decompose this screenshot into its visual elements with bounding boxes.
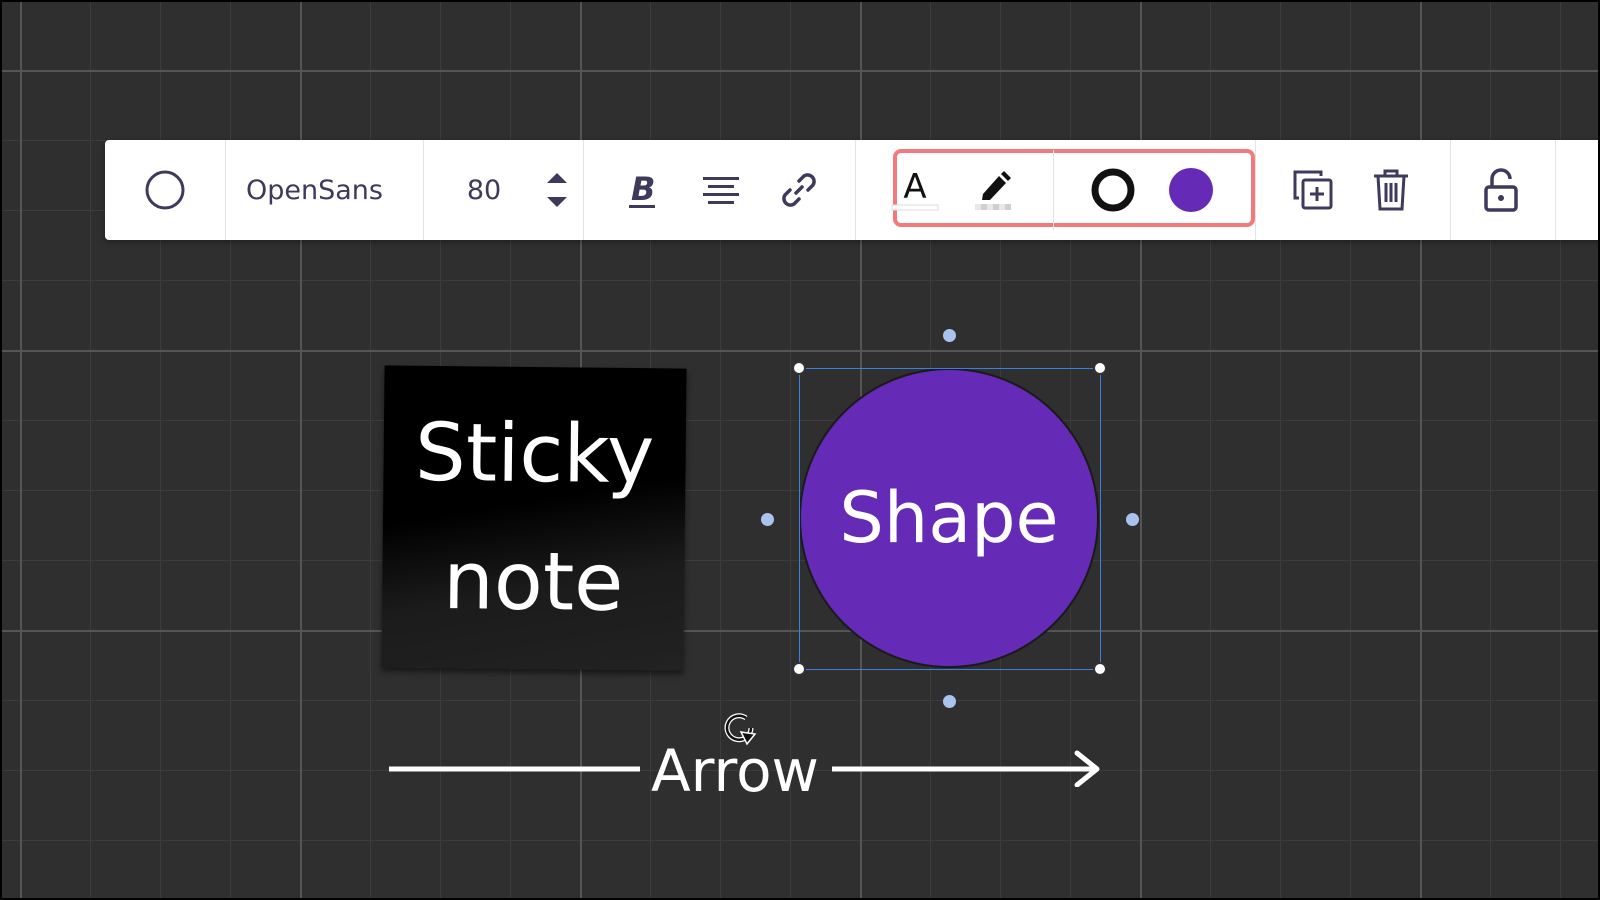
fill-color-icon: [1169, 168, 1213, 212]
lock-button[interactable]: [1473, 140, 1529, 240]
highlight-color-button[interactable]: [965, 140, 1021, 240]
duplicate-icon: [1293, 170, 1333, 210]
font-size-stepper[interactable]: [537, 140, 577, 240]
link-icon: [782, 173, 816, 207]
arrow-label: Arrow: [651, 737, 819, 805]
sticky-note[interactable]: Sticky note: [381, 365, 687, 671]
resize-handle-top-right[interactable]: [1093, 361, 1107, 375]
increase-size-icon[interactable]: [546, 172, 568, 184]
svg-text:A: A: [903, 168, 926, 207]
highlighter-icon: [975, 171, 1011, 210]
sticky-note-line2: note: [442, 534, 624, 629]
decrease-size-icon[interactable]: [546, 196, 568, 208]
resize-handle-top-left[interactable]: [792, 361, 806, 375]
font-size-value: 80: [466, 174, 502, 206]
circle-outline-icon: [145, 170, 184, 210]
fill-color-button[interactable]: [1163, 140, 1219, 240]
text-color-button[interactable]: A: [887, 140, 943, 240]
connector-handle-left[interactable]: [761, 513, 774, 526]
font-size-input[interactable]: 80: [424, 140, 544, 240]
resize-handle-bottom-left[interactable]: [792, 662, 806, 676]
duplicate-button[interactable]: [1285, 140, 1341, 240]
border-color-icon: [1091, 168, 1135, 212]
resize-handle-bottom-right[interactable]: [1093, 662, 1107, 676]
sticky-note-line1: Sticky: [414, 405, 655, 502]
connector-handle-right[interactable]: [1126, 513, 1139, 526]
unlock-icon: [1484, 168, 1518, 212]
link-button[interactable]: [771, 140, 827, 240]
connector-handle-bottom[interactable]: [943, 695, 956, 708]
delete-button[interactable]: [1363, 140, 1419, 240]
shape-type-button[interactable]: [105, 140, 224, 240]
context-toolbar: OpenSans 80 B A: [105, 140, 1598, 240]
text-color-icon: A: [891, 168, 939, 211]
align-center-icon: [703, 177, 739, 204]
align-button[interactable]: [693, 140, 749, 240]
font-family-select[interactable]: OpenSans: [226, 140, 422, 240]
selection-box: [799, 368, 1101, 670]
connector-handle-top[interactable]: [943, 329, 956, 342]
bold-button[interactable]: B: [615, 140, 671, 240]
font-family-value: OpenSans: [246, 174, 383, 206]
border-color-button[interactable]: [1085, 140, 1141, 240]
bold-icon: B: [629, 170, 655, 208]
trash-icon: [1374, 169, 1408, 211]
svg-text:B: B: [631, 170, 655, 208]
whiteboard-canvas[interactable]: OpenSans 80 B A Sticky note Shape Arrow: [0, 0, 1600, 900]
